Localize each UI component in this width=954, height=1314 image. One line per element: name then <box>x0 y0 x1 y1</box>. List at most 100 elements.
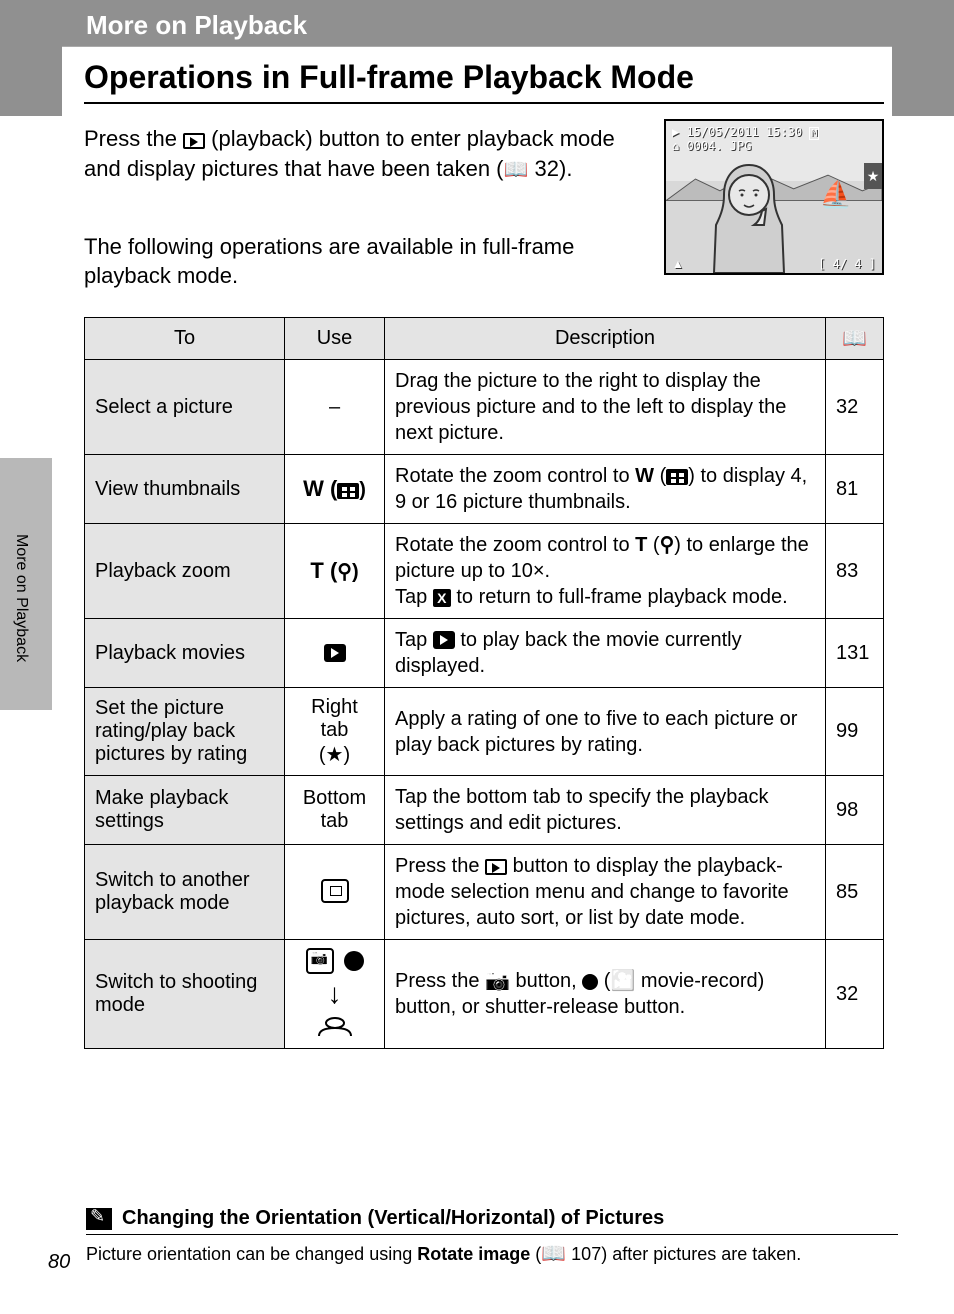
preview-star-tab: ★ <box>864 163 882 189</box>
cell-page: 99 <box>826 688 884 776</box>
cell-page: 85 <box>826 845 884 940</box>
cell-to: Playback movies <box>85 619 285 688</box>
thumbnail-icon <box>666 469 688 485</box>
preview-subject <box>694 155 804 273</box>
record-dot-icon <box>582 974 598 990</box>
preview-info-top: ▶ 15/05/2011 15:30 M ⌂ 0004. JPG <box>672 125 819 153</box>
col-desc: Description <box>385 318 826 360</box>
txt: tab <box>321 810 349 832</box>
section-header: More on Playback <box>86 10 307 41</box>
preview-counter: [ 4/ 4 ] <box>818 257 876 271</box>
movie-record-icon: 🎦 <box>610 970 635 992</box>
table-row: Select a picture – Drag the picture to t… <box>85 360 884 455</box>
playback-icon <box>183 133 205 149</box>
txt: ( <box>647 534 659 556</box>
txt: ( <box>654 465 666 487</box>
cell-use: W () <box>285 455 385 524</box>
table-head: To Use Description 📖 <box>85 318 884 360</box>
table-row: Switch to shooting mode ↓ Press the <box>85 940 884 1049</box>
table-row: Switch to another playback mode Press th… <box>85 845 884 940</box>
cell-desc: Rotate the zoom control to T (⚲) to enla… <box>385 524 826 619</box>
txt: button, <box>510 970 582 992</box>
txt: Right tab <box>311 696 358 741</box>
txt: Rotate the zoom control to <box>395 534 635 556</box>
book-icon: 📖 <box>842 328 867 350</box>
txt: ( <box>598 970 610 992</box>
table-row: View thumbnails W () Rotate the zoom con… <box>85 455 884 524</box>
note-body: Picture orientation can be changed using… <box>86 1241 898 1266</box>
camera-button-icon <box>306 948 334 974</box>
cell-to: Make playback settings <box>85 776 285 845</box>
note-title: Changing the Orientation (Vertical/Horiz… <box>122 1207 664 1230</box>
cell-use <box>285 845 385 940</box>
txt: Press the <box>395 855 485 877</box>
camera-icon: 📷 <box>485 970 510 992</box>
t-bold: T <box>635 534 647 556</box>
table-row: Playback movies Tap to play back the mov… <box>85 619 884 688</box>
playback-icon <box>485 859 507 875</box>
preview-date: 15/05/2011 15:30 <box>686 125 802 139</box>
table-row: Set the picture rating/play back picture… <box>85 688 884 776</box>
txt: Tap <box>395 586 433 608</box>
txt: 32). <box>528 156 572 181</box>
preview-up-tab: ▲ <box>672 257 684 271</box>
playback-mode-icon <box>321 879 349 903</box>
pencil-note-icon <box>86 1208 112 1230</box>
magnify-icon: ⚲ <box>660 534 675 556</box>
manual-page: More on Playback More on Playback Operat… <box>0 0 954 1314</box>
txt: Press the <box>395 970 485 992</box>
play-movie-icon <box>433 631 455 649</box>
txt: Rotate the zoom control to <box>395 465 635 487</box>
shutter-icon <box>315 1014 355 1040</box>
lcd-preview: ▶ 15/05/2011 15:30 M ⌂ 0004. JPG ★ ⛵ ▲ [… <box>664 119 884 275</box>
book-icon: 📖 <box>504 159 529 181</box>
cell-use: Bottomtab <box>285 776 385 845</box>
close-x-icon: X <box>433 589 451 607</box>
cell-page: 81 <box>826 455 884 524</box>
note-section: Changing the Orientation (Vertical/Horiz… <box>86 1207 898 1266</box>
cell-use: Right tab (★) <box>285 688 385 776</box>
cell-use: ↓ <box>285 940 385 1049</box>
cell-page: 83 <box>826 524 884 619</box>
preview-file: 0004. JPG <box>686 139 751 153</box>
txt: Press the <box>84 126 183 151</box>
table-row: Playback zoom T (⚲) Rotate the zoom cont… <box>85 524 884 619</box>
cell-to: Switch to another playback mode <box>85 845 285 940</box>
intro-paragraph-1: Press the (playback) button to enter pla… <box>84 124 624 184</box>
cell-use <box>285 619 385 688</box>
operations-table: To Use Description 📖 Select a picture – … <box>84 317 884 1049</box>
paren: ) <box>359 479 366 501</box>
page-number: 80 <box>48 1251 70 1274</box>
cell-desc: Press the 📷 button, (🎦 movie-record) but… <box>385 940 826 1049</box>
cell-to: Set the picture rating/play back picture… <box>85 688 285 776</box>
cell-page: 32 <box>826 940 884 1049</box>
cell-use: – <box>285 360 385 455</box>
paren: ) <box>352 561 359 583</box>
col-page: 📖 <box>826 318 884 360</box>
cell-desc: Apply a rating of one to five to each pi… <box>385 688 826 776</box>
t-label: T ( <box>310 558 337 583</box>
txt: to return to full-frame playback mode. <box>451 586 788 608</box>
cell-to: View thumbnails <box>85 455 285 524</box>
page-title: Operations in Full-frame Playback Mode <box>84 59 884 104</box>
play-movie-icon <box>324 644 346 662</box>
thumbnail-icon <box>337 483 359 499</box>
txt: (★) <box>319 744 350 766</box>
w-bold: W <box>635 465 654 487</box>
cell-page: 98 <box>826 776 884 845</box>
cell-use: T (⚲) <box>285 524 385 619</box>
cell-page: 32 <box>826 360 884 455</box>
sidebar-label: More on Playback <box>12 534 30 662</box>
content-panel: Operations in Full-frame Playback Mode P… <box>62 46 892 1057</box>
cell-to: Playback zoom <box>85 524 285 619</box>
col-use: Use <box>285 318 385 360</box>
record-dot-icon <box>344 951 364 971</box>
txt: Tap <box>395 629 433 651</box>
txt: ( <box>530 1244 541 1264</box>
cell-desc: Tap to play back the movie currently dis… <box>385 619 826 688</box>
cell-desc: Press the button to display the playback… <box>385 845 826 940</box>
w-label: W ( <box>303 476 337 501</box>
txt: Picture orientation can be changed using <box>86 1244 417 1264</box>
txt: 107) after pictures are taken. <box>566 1244 801 1264</box>
cell-desc: Drag the picture to the right to display… <box>385 360 826 455</box>
